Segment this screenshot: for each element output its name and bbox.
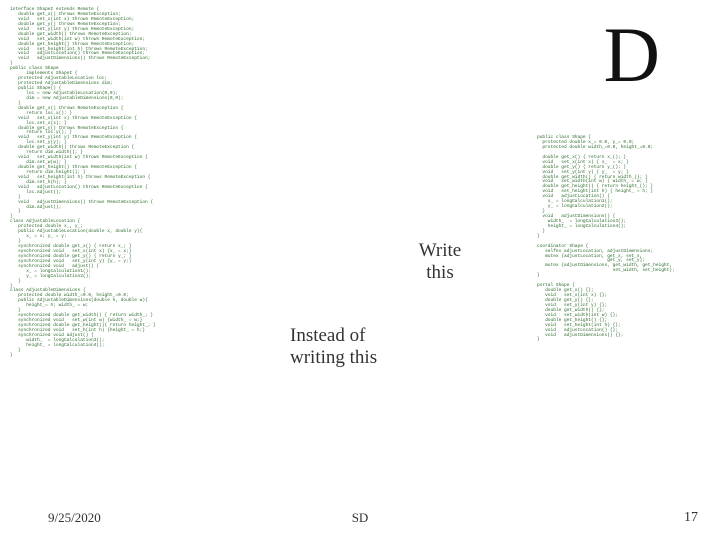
instead-line2: writing this (290, 347, 377, 368)
footer-center: SD (352, 510, 369, 526)
page-number: 17 (684, 510, 698, 526)
label-write-this: Write this (400, 240, 480, 284)
footer-date: 9/25/2020 (48, 510, 101, 526)
code-block-left: interface ShapeI extends Remote { double… (10, 8, 310, 359)
big-letter-d: D (604, 10, 660, 100)
write-line1: Write (419, 240, 462, 261)
write-line2: this (426, 262, 453, 283)
label-instead-of: Instead of writing this (290, 325, 377, 369)
instead-line1: Instead of (290, 325, 365, 346)
code-block-right: public class Shape { protected double x_… (537, 136, 702, 343)
